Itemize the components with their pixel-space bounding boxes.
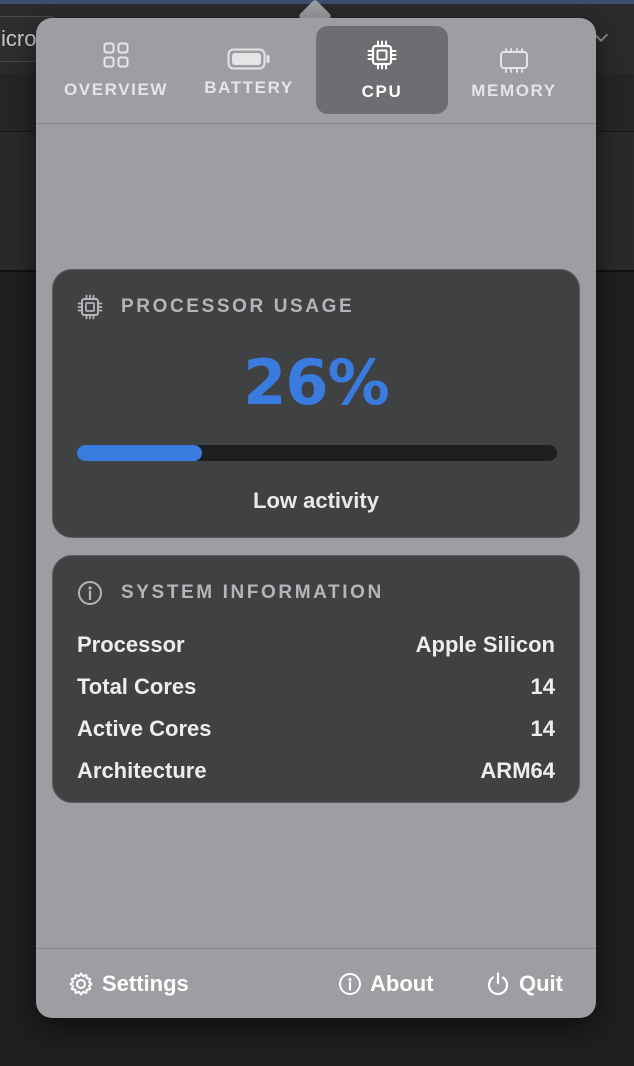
cpu-chip-icon — [367, 40, 397, 75]
tab-overview[interactable]: OVERVIEW — [50, 26, 182, 114]
settings-label: Settings — [102, 971, 189, 996]
system-monitor-popover: OVERVIEW BATTERY CPU MEMORY PROCESSOR US… — [36, 18, 596, 1018]
tab-overview-label: OVERVIEW — [63, 80, 169, 99]
processor-usage-header: PROCESSOR USAGE — [77, 294, 354, 320]
quit-label: Quit — [519, 971, 563, 996]
gear-icon — [69, 972, 93, 996]
info-label: Active Cores — [77, 716, 212, 741]
system-information-list: Processor Apple Silicon Total Cores 14 A… — [77, 624, 555, 792]
power-icon — [487, 972, 509, 996]
quit-button[interactable]: Quit — [485, 969, 563, 999]
info-icon — [78, 581, 102, 605]
processor-usage-title: PROCESSOR USAGE — [121, 296, 355, 317]
grid-icon — [103, 42, 129, 73]
cpu-usage-bar-fill — [77, 445, 202, 461]
settings-button[interactable]: Settings — [68, 969, 189, 999]
cpu-usage-percent: 26% — [243, 346, 389, 419]
about-label: About — [370, 971, 434, 996]
info-label: Architecture — [77, 758, 207, 783]
footer-bar: Settings About Quit — [36, 948, 596, 1018]
battery-icon — [227, 48, 271, 75]
system-information-title: SYSTEM INFORMATION — [121, 582, 384, 603]
cpu-chip-icon — [77, 294, 103, 320]
system-information-card: SYSTEM INFORMATION Processor Apple Silic… — [52, 555, 580, 803]
tab-bar: OVERVIEW BATTERY CPU MEMORY — [36, 18, 596, 124]
tab-memory[interactable]: MEMORY — [448, 26, 580, 114]
info-row-processor: Processor Apple Silicon — [77, 624, 555, 666]
tab-battery[interactable]: BATTERY — [183, 26, 315, 114]
tab-cpu[interactable]: CPU — [316, 26, 448, 114]
activity-status: Low activity — [253, 488, 379, 513]
memory-chip-icon — [498, 48, 530, 79]
info-value: 14 — [530, 716, 555, 741]
info-value: ARM64 — [480, 758, 555, 783]
info-label: Total Cores — [77, 674, 197, 699]
info-row-total-cores: Total Cores 14 — [77, 666, 555, 708]
info-label: Processor — [77, 632, 185, 657]
tab-memory-label: MEMORY — [471, 81, 557, 100]
info-row-active-cores: Active Cores 14 — [77, 708, 555, 750]
cpu-usage-bar — [77, 445, 557, 461]
info-row-architecture: Architecture ARM64 — [77, 750, 555, 792]
info-value: Apple Silicon — [415, 632, 555, 657]
system-information-header: SYSTEM INFORMATION — [77, 580, 384, 606]
tab-cpu-label: CPU — [361, 82, 403, 101]
info-icon — [339, 973, 361, 995]
processor-usage-card: PROCESSOR USAGE 26% Low activity — [52, 269, 580, 538]
about-button[interactable]: About — [338, 969, 434, 999]
info-value: 14 — [530, 674, 555, 699]
tab-battery-label: BATTERY — [204, 78, 294, 97]
